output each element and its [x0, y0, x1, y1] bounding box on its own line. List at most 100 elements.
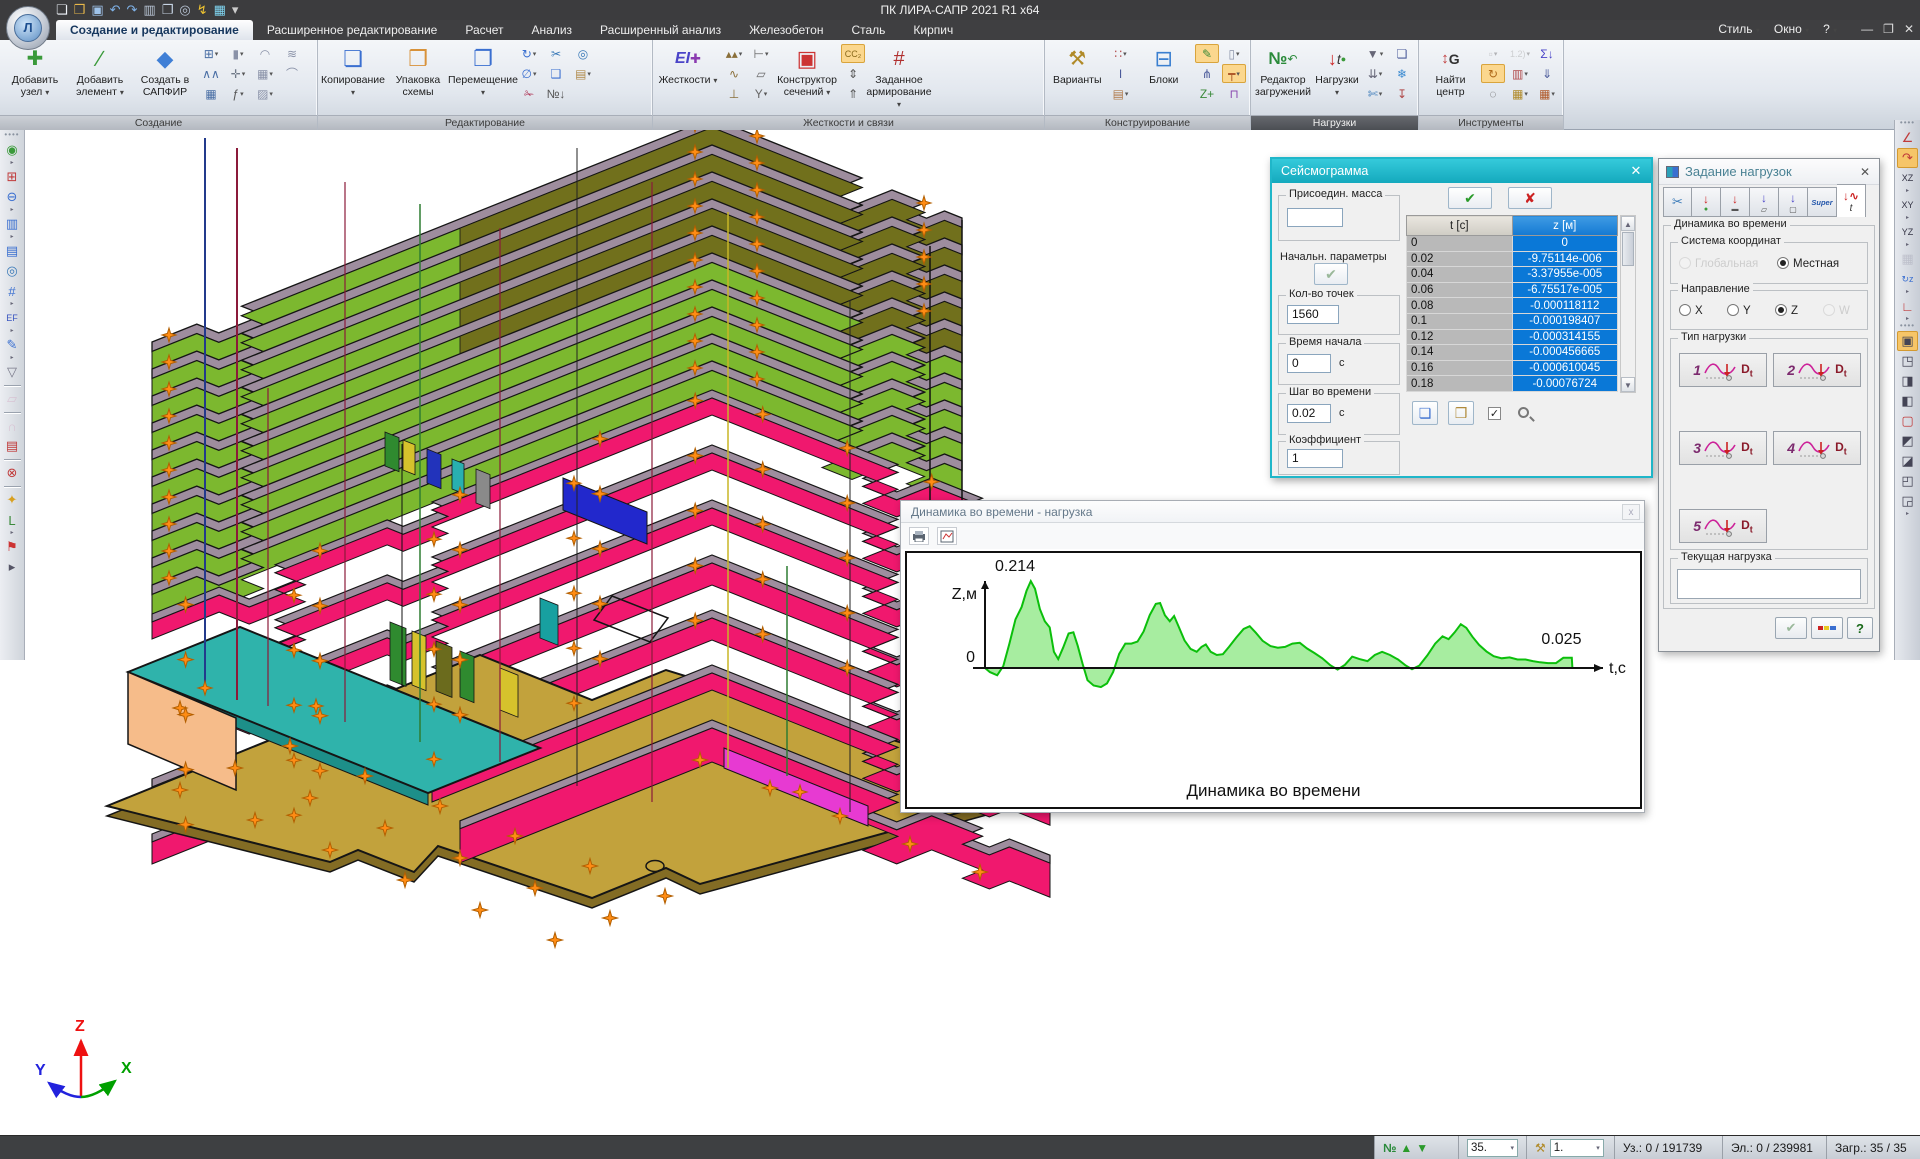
help-menu[interactable]: ? ▾: [1823, 22, 1837, 36]
select-poly-icon[interactable]: ⊞: [2, 167, 23, 187]
close-button[interactable]: ✕: [1904, 22, 1914, 36]
pack-down-icon[interactable]: ⇓: [1535, 64, 1559, 83]
steel-beam-icon[interactable]: I: [1109, 64, 1133, 83]
chart-settings-icon[interactable]: [937, 527, 957, 545]
z-cell[interactable]: -0.000118112: [1512, 298, 1618, 314]
t-cell[interactable]: 0.16: [1407, 360, 1513, 376]
cancel-button[interactable]: ✘: [1508, 187, 1552, 209]
ribbon-tab-0[interactable]: Создание и редактирование: [56, 20, 253, 40]
ribbon-tab-3[interactable]: Анализ: [518, 20, 587, 40]
z-plus-icon[interactable]: Z+: [1195, 84, 1219, 103]
variants-button[interactable]: ⚒Варианты: [1049, 42, 1106, 115]
time-step-input[interactable]: 0.02: [1287, 404, 1331, 423]
sum-down-icon[interactable]: Σ↓: [1535, 44, 1559, 63]
z-cell[interactable]: -3.37955e-005: [1512, 267, 1618, 283]
frame-generator-icon[interactable]: ⊞▾: [199, 44, 223, 63]
load-type-2-button[interactable]: 2Dt: [1773, 353, 1861, 387]
find-center-button[interactable]: ↕GНайтицентр: [1423, 42, 1478, 115]
table-scrollbar[interactable]: ▲ ▼: [1620, 215, 1636, 393]
window-menu-item[interactable]: Окно ▾: [1774, 22, 1809, 36]
filter-icon[interactable]: ▽: [2, 362, 23, 382]
jack-icon[interactable]: ⇑: [841, 84, 865, 103]
iso-view-icon[interactable]: ∠: [1897, 128, 1918, 148]
stamp-icon[interactable]: ▤▾: [571, 64, 595, 83]
cube-front-icon[interactable]: ◪: [1897, 451, 1918, 471]
flashlight-icon[interactable]: ✦: [2, 490, 23, 510]
next-load-icon[interactable]: ▼: [1416, 1141, 1428, 1155]
ribbon-tab-7[interactable]: Кирпич: [899, 20, 967, 40]
column-t-header[interactable]: t [c]: [1407, 216, 1513, 236]
cube-full-icon[interactable]: ◲: [1897, 491, 1918, 511]
beam-f-icon[interactable]: ⊓: [1222, 84, 1246, 103]
panel-help-button[interactable]: ?: [1847, 617, 1873, 639]
minimize-button[interactable]: —: [1861, 22, 1873, 36]
z-cell[interactable]: -0.000198407: [1512, 313, 1618, 329]
rebar-icon[interactable]: ∷▾: [1109, 44, 1133, 63]
t-cell[interactable]: 0.14: [1407, 345, 1513, 361]
ribbon-tab-4[interactable]: Расширенный анализ: [586, 20, 735, 40]
load-panel-close-icon[interactable]: ✕: [1857, 164, 1873, 180]
select-pointer-icon[interactable]: ◉: [2, 140, 23, 160]
z-cell[interactable]: -0.000610045: [1512, 360, 1618, 376]
rotation-body-generator-icon[interactable]: ▮▾: [226, 44, 250, 63]
supports-icon[interactable]: ▴▴▾: [722, 44, 746, 63]
load-editor-button[interactable]: №↶Редакторзагружений: [1255, 42, 1311, 115]
select-ef-icon[interactable]: EF: [2, 308, 23, 328]
t-cell[interactable]: 0.02: [1407, 251, 1513, 267]
dash-select-icon[interactable]: ▫▾: [1481, 44, 1505, 63]
zoom-reset-icon[interactable]: ⊗: [2, 463, 23, 483]
hatch-generator-icon[interactable]: ▨▾: [253, 84, 277, 103]
paste-table-icon[interactable]: ❒: [1448, 401, 1474, 425]
wires-icon[interactable]: ⋔: [1195, 64, 1219, 83]
prev-load-icon[interactable]: ▲: [1400, 1141, 1412, 1155]
load-tab-bar-load[interactable]: ↓▬: [1721, 187, 1750, 217]
collapse-icon[interactable]: ▸: [2, 557, 23, 577]
ribbon-tab-1[interactable]: Расширенное редактирование: [253, 20, 452, 40]
load-tab-plate-load[interactable]: ↓▱: [1750, 187, 1779, 217]
move-node-icon[interactable]: ✛▾: [226, 64, 250, 83]
start-time-input[interactable]: 0: [1287, 354, 1331, 373]
t-cell[interactable]: 0.18: [1407, 376, 1513, 392]
given-reinforcement-button[interactable]: #Заданноеармирование ▾: [868, 42, 930, 115]
magnify-rotate-icon[interactable]: ◌: [1481, 84, 1505, 103]
restore-button[interactable]: ❐: [1883, 22, 1894, 36]
ribbon-tab-5[interactable]: Железобетон: [735, 20, 837, 40]
scroll-up-icon[interactable]: ▲: [1621, 216, 1635, 231]
axes-view-icon[interactable]: ∟: [1897, 296, 1918, 316]
t-cell[interactable]: 0.06: [1407, 282, 1513, 298]
load-tab-solid-load[interactable]: ↓▢: [1779, 187, 1808, 217]
load-type-4-button[interactable]: 4Dt: [1773, 431, 1861, 465]
radio-y[interactable]: Y: [1727, 303, 1751, 317]
initial-params-button[interactable]: ✔: [1314, 263, 1348, 285]
t-cell[interactable]: 0.12: [1407, 329, 1513, 345]
flag-edit-icon[interactable]: ⚑: [2, 537, 23, 557]
loads-button[interactable]: ↓t●Нагрузки ▾: [1314, 42, 1360, 115]
copy-loads-icon[interactable]: ❏: [1390, 44, 1414, 63]
select-hstripes-icon[interactable]: ▤: [2, 241, 23, 261]
apply-button[interactable]: ✔: [1448, 187, 1492, 209]
cut-load-icon[interactable]: ✄▾: [1363, 84, 1387, 103]
section-constructor-button[interactable]: ▣Конструкторсечений ▾: [776, 42, 838, 115]
create-sapphire-button[interactable]: ◆Создать вСАПФИР: [134, 42, 196, 115]
rotate-view-icon[interactable]: ↷: [1897, 148, 1918, 168]
grid-generator-icon[interactable]: ▦▾: [253, 64, 277, 83]
select-target-icon[interactable]: ◎: [2, 261, 23, 281]
load-type-1-button[interactable]: 1Dt: [1679, 353, 1767, 387]
load-tab-node-load[interactable]: ↓●: [1692, 187, 1721, 217]
proj-xy-icon[interactable]: XY: [1897, 195, 1918, 215]
t-cell[interactable]: 0: [1407, 236, 1513, 252]
cube-top-icon[interactable]: ◳: [1897, 351, 1918, 371]
add-pencil-icon[interactable]: ✎: [1195, 44, 1219, 63]
fragment-icon[interactable]: ❑: [544, 64, 568, 83]
dynamics-close-icon[interactable]: x: [1622, 504, 1640, 520]
pack-scheme-button[interactable]: ❒Упаковкасхемы: [387, 42, 449, 115]
select-grid-icon[interactable]: #: [2, 281, 23, 301]
cube-left-icon[interactable]: ◧: [1897, 391, 1918, 411]
measure-l-icon[interactable]: L: [2, 510, 23, 530]
cube-bottom-icon[interactable]: ◰: [1897, 471, 1918, 491]
c-grid-icon[interactable]: ▦▾: [1508, 84, 1532, 103]
move-button[interactable]: ❐Перемещение ▾: [452, 42, 514, 115]
proj-yz-icon[interactable]: YZ: [1897, 222, 1918, 242]
load-tab-scissors[interactable]: ✂: [1663, 187, 1692, 217]
z-cell[interactable]: -9.75114e-006: [1512, 251, 1618, 267]
